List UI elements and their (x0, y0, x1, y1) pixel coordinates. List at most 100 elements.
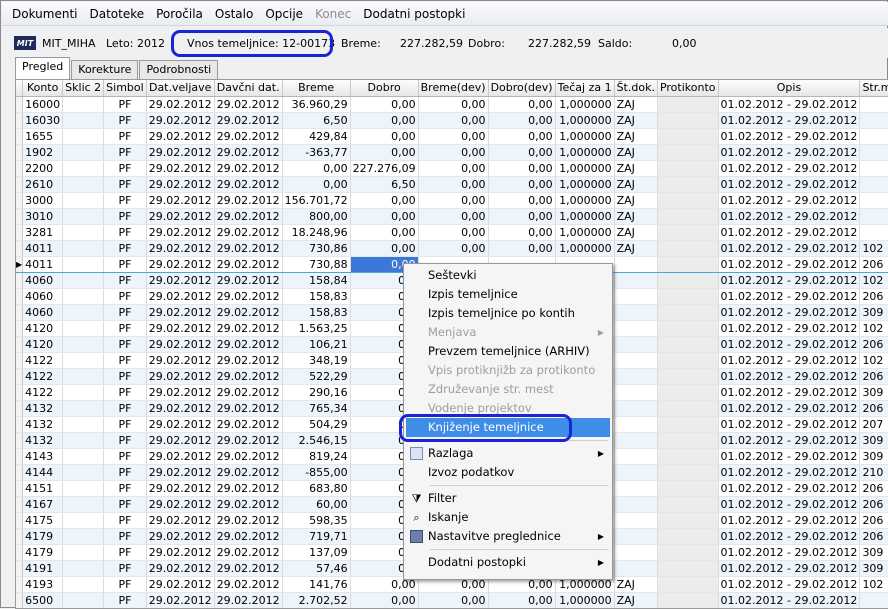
table-cell[interactable]: 4144 (22, 464, 64, 481)
table-row[interactable]: 3010 PF 29.02.2012 29.02.2012 800,00 0,00 0,00… (16, 208, 888, 225)
table-cell[interactable]: 29.02.2012 (214, 192, 283, 209)
table-cell[interactable]: 01.02.2012 - 29.02.2012 (718, 528, 861, 545)
table-cell[interactable]: 29.02.2012 (214, 255, 283, 273)
table-cell[interactable]: ZAJ (614, 592, 658, 608)
table-cell[interactable]: PF (103, 512, 147, 529)
table-cell[interactable]: 206 (859, 496, 888, 513)
table-cell[interactable]: 01.02.2012 - 29.02.2012 (718, 192, 861, 209)
table-cell[interactable]: 29.02.2012 (214, 352, 283, 369)
table-cell[interactable]: 01.02.2012 - 29.02.2012 (718, 208, 861, 225)
table-cell[interactable]: 01.02.2012 - 29.02.2012 (718, 432, 861, 449)
row-indicator[interactable] (16, 176, 24, 193)
table-cell[interactable]: 18.248,96 (282, 224, 351, 241)
table-cell[interactable]: 0,00 (350, 192, 419, 209)
table-cell[interactable] (614, 368, 658, 385)
table-cell[interactable]: 141,76 (282, 576, 351, 593)
table-cell[interactable] (859, 224, 888, 241)
table-cell[interactable]: 504,29 (282, 416, 351, 433)
table-cell[interactable]: 29.02.2012 (214, 512, 283, 529)
table-cell[interactable]: 0,00 (488, 208, 556, 225)
table-cell[interactable] (657, 255, 719, 273)
table-row[interactable]: 16030 PF 29.02.2012 29.02.2012 6,50 0,00 0,00 0… (16, 112, 888, 129)
table-cell[interactable]: 29.02.2012 (146, 272, 215, 289)
table-cell[interactable] (62, 176, 105, 193)
table-cell[interactable]: PF (103, 208, 147, 225)
table-cell[interactable]: 0,00 (488, 224, 556, 241)
row-indicator[interactable] (16, 272, 24, 289)
table-row[interactable]: 2610 PF 29.02.2012 29.02.2012 0,00 6,50 0,00 0,… (16, 176, 888, 193)
table-cell[interactable]: 106,21 (282, 336, 351, 353)
table-cell[interactable]: 29.02.2012 (214, 432, 283, 449)
table-cell[interactable]: 102 (859, 240, 888, 257)
table-cell[interactable]: 3010 (22, 208, 64, 225)
table-cell[interactable]: 29.02.2012 (214, 96, 283, 113)
table-cell[interactable]: 290,16 (282, 384, 351, 401)
table-cell[interactable]: 309 (859, 304, 888, 321)
table-cell[interactable]: 29.02.2012 (214, 272, 283, 289)
ctx-item-izpis-temeljnice[interactable]: Izpis temeljnice (404, 285, 612, 304)
table-cell[interactable] (657, 464, 719, 481)
table-cell[interactable]: 29.02.2012 (146, 224, 215, 241)
table-cell[interactable] (614, 320, 658, 337)
table-cell[interactable]: 01.02.2012 - 29.02.2012 (718, 176, 861, 193)
table-cell[interactable]: 4120 (22, 336, 64, 353)
table-cell[interactable] (859, 144, 888, 161)
table-cell[interactable] (657, 160, 719, 177)
table-cell[interactable] (657, 352, 719, 369)
table-cell[interactable]: 29.02.2012 (146, 96, 215, 113)
table-cell[interactable]: 4143 (22, 448, 64, 465)
table-cell[interactable] (62, 384, 105, 401)
table-cell[interactable]: PF (103, 528, 147, 545)
table-cell[interactable]: 206 (859, 255, 888, 273)
table-cell[interactable]: 01.02.2012 - 29.02.2012 (718, 288, 861, 305)
row-indicator[interactable] (16, 384, 24, 401)
table-cell[interactable]: 01.02.2012 - 29.02.2012 (718, 448, 861, 465)
table-cell[interactable]: 01.02.2012 - 29.02.2012 (718, 480, 861, 497)
table-cell[interactable]: 29.02.2012 (146, 496, 215, 513)
table-cell[interactable]: 683,80 (282, 480, 351, 497)
table-cell[interactable]: 29.02.2012 (146, 240, 215, 257)
table-cell[interactable] (62, 464, 105, 481)
table-cell[interactable] (657, 400, 719, 417)
row-indicator[interactable] (16, 464, 24, 481)
table-cell[interactable] (657, 144, 719, 161)
table-row[interactable]: 1655 PF 29.02.2012 29.02.2012 429,84 0,00 0,00… (16, 128, 888, 145)
row-indicator[interactable] (16, 592, 24, 608)
table-cell[interactable]: 0,00 (350, 112, 419, 129)
table-cell[interactable]: 29.02.2012 (214, 448, 283, 465)
table-cell[interactable] (657, 288, 719, 305)
table-cell[interactable]: 29.02.2012 (146, 528, 215, 545)
table-cell[interactable]: 01.02.2012 - 29.02.2012 (718, 352, 861, 369)
row-indicator[interactable] (16, 528, 24, 545)
table-cell[interactable]: ZAJ (614, 240, 658, 257)
table-cell[interactable] (859, 96, 888, 113)
tab-korekture[interactable]: Korekture (71, 60, 139, 79)
table-cell[interactable]: 1,000000 (555, 240, 615, 257)
table-cell[interactable]: 29.02.2012 (146, 544, 215, 561)
table-cell[interactable]: 156.701,72 (282, 192, 351, 209)
table-row[interactable]: 6500 PF 29.02.2012 29.02.2012 2.702,52 0,00 0,… (16, 592, 888, 608)
table-cell[interactable]: PF (103, 96, 147, 113)
table-cell[interactable]: -855,00 (282, 464, 351, 481)
table-cell[interactable]: 01.02.2012 - 29.02.2012 (718, 160, 861, 177)
table-cell[interactable]: 01.02.2012 - 29.02.2012 (718, 576, 861, 593)
table-cell[interactable]: ZAJ (614, 176, 658, 193)
table-cell[interactable]: 4060 (22, 304, 64, 321)
table-cell[interactable] (614, 255, 658, 273)
ctx-item-nastavitve-preglednice[interactable]: Nastavitve preglednice ▶ (404, 527, 612, 546)
table-cell[interactable]: 4122 (22, 352, 64, 369)
table-cell[interactable] (614, 464, 658, 481)
column-header[interactable]: Dobro(dev) (488, 80, 556, 97)
table-cell[interactable] (614, 272, 658, 289)
row-indicator[interactable] (16, 192, 24, 209)
ctx-item-sestevki[interactable]: Seštevki (404, 266, 612, 285)
table-cell[interactable]: 4122 (22, 384, 64, 401)
table-cell[interactable]: 29.02.2012 (146, 208, 215, 225)
table-cell[interactable] (657, 240, 719, 257)
table-cell[interactable]: 01.02.2012 - 29.02.2012 (718, 560, 861, 577)
table-cell[interactable]: 1,000000 (555, 112, 615, 129)
table-cell[interactable] (657, 496, 719, 513)
table-cell[interactable]: PF (103, 255, 147, 273)
table-cell[interactable]: 1,000000 (555, 224, 615, 241)
table-cell[interactable]: 01.02.2012 - 29.02.2012 (718, 512, 861, 529)
